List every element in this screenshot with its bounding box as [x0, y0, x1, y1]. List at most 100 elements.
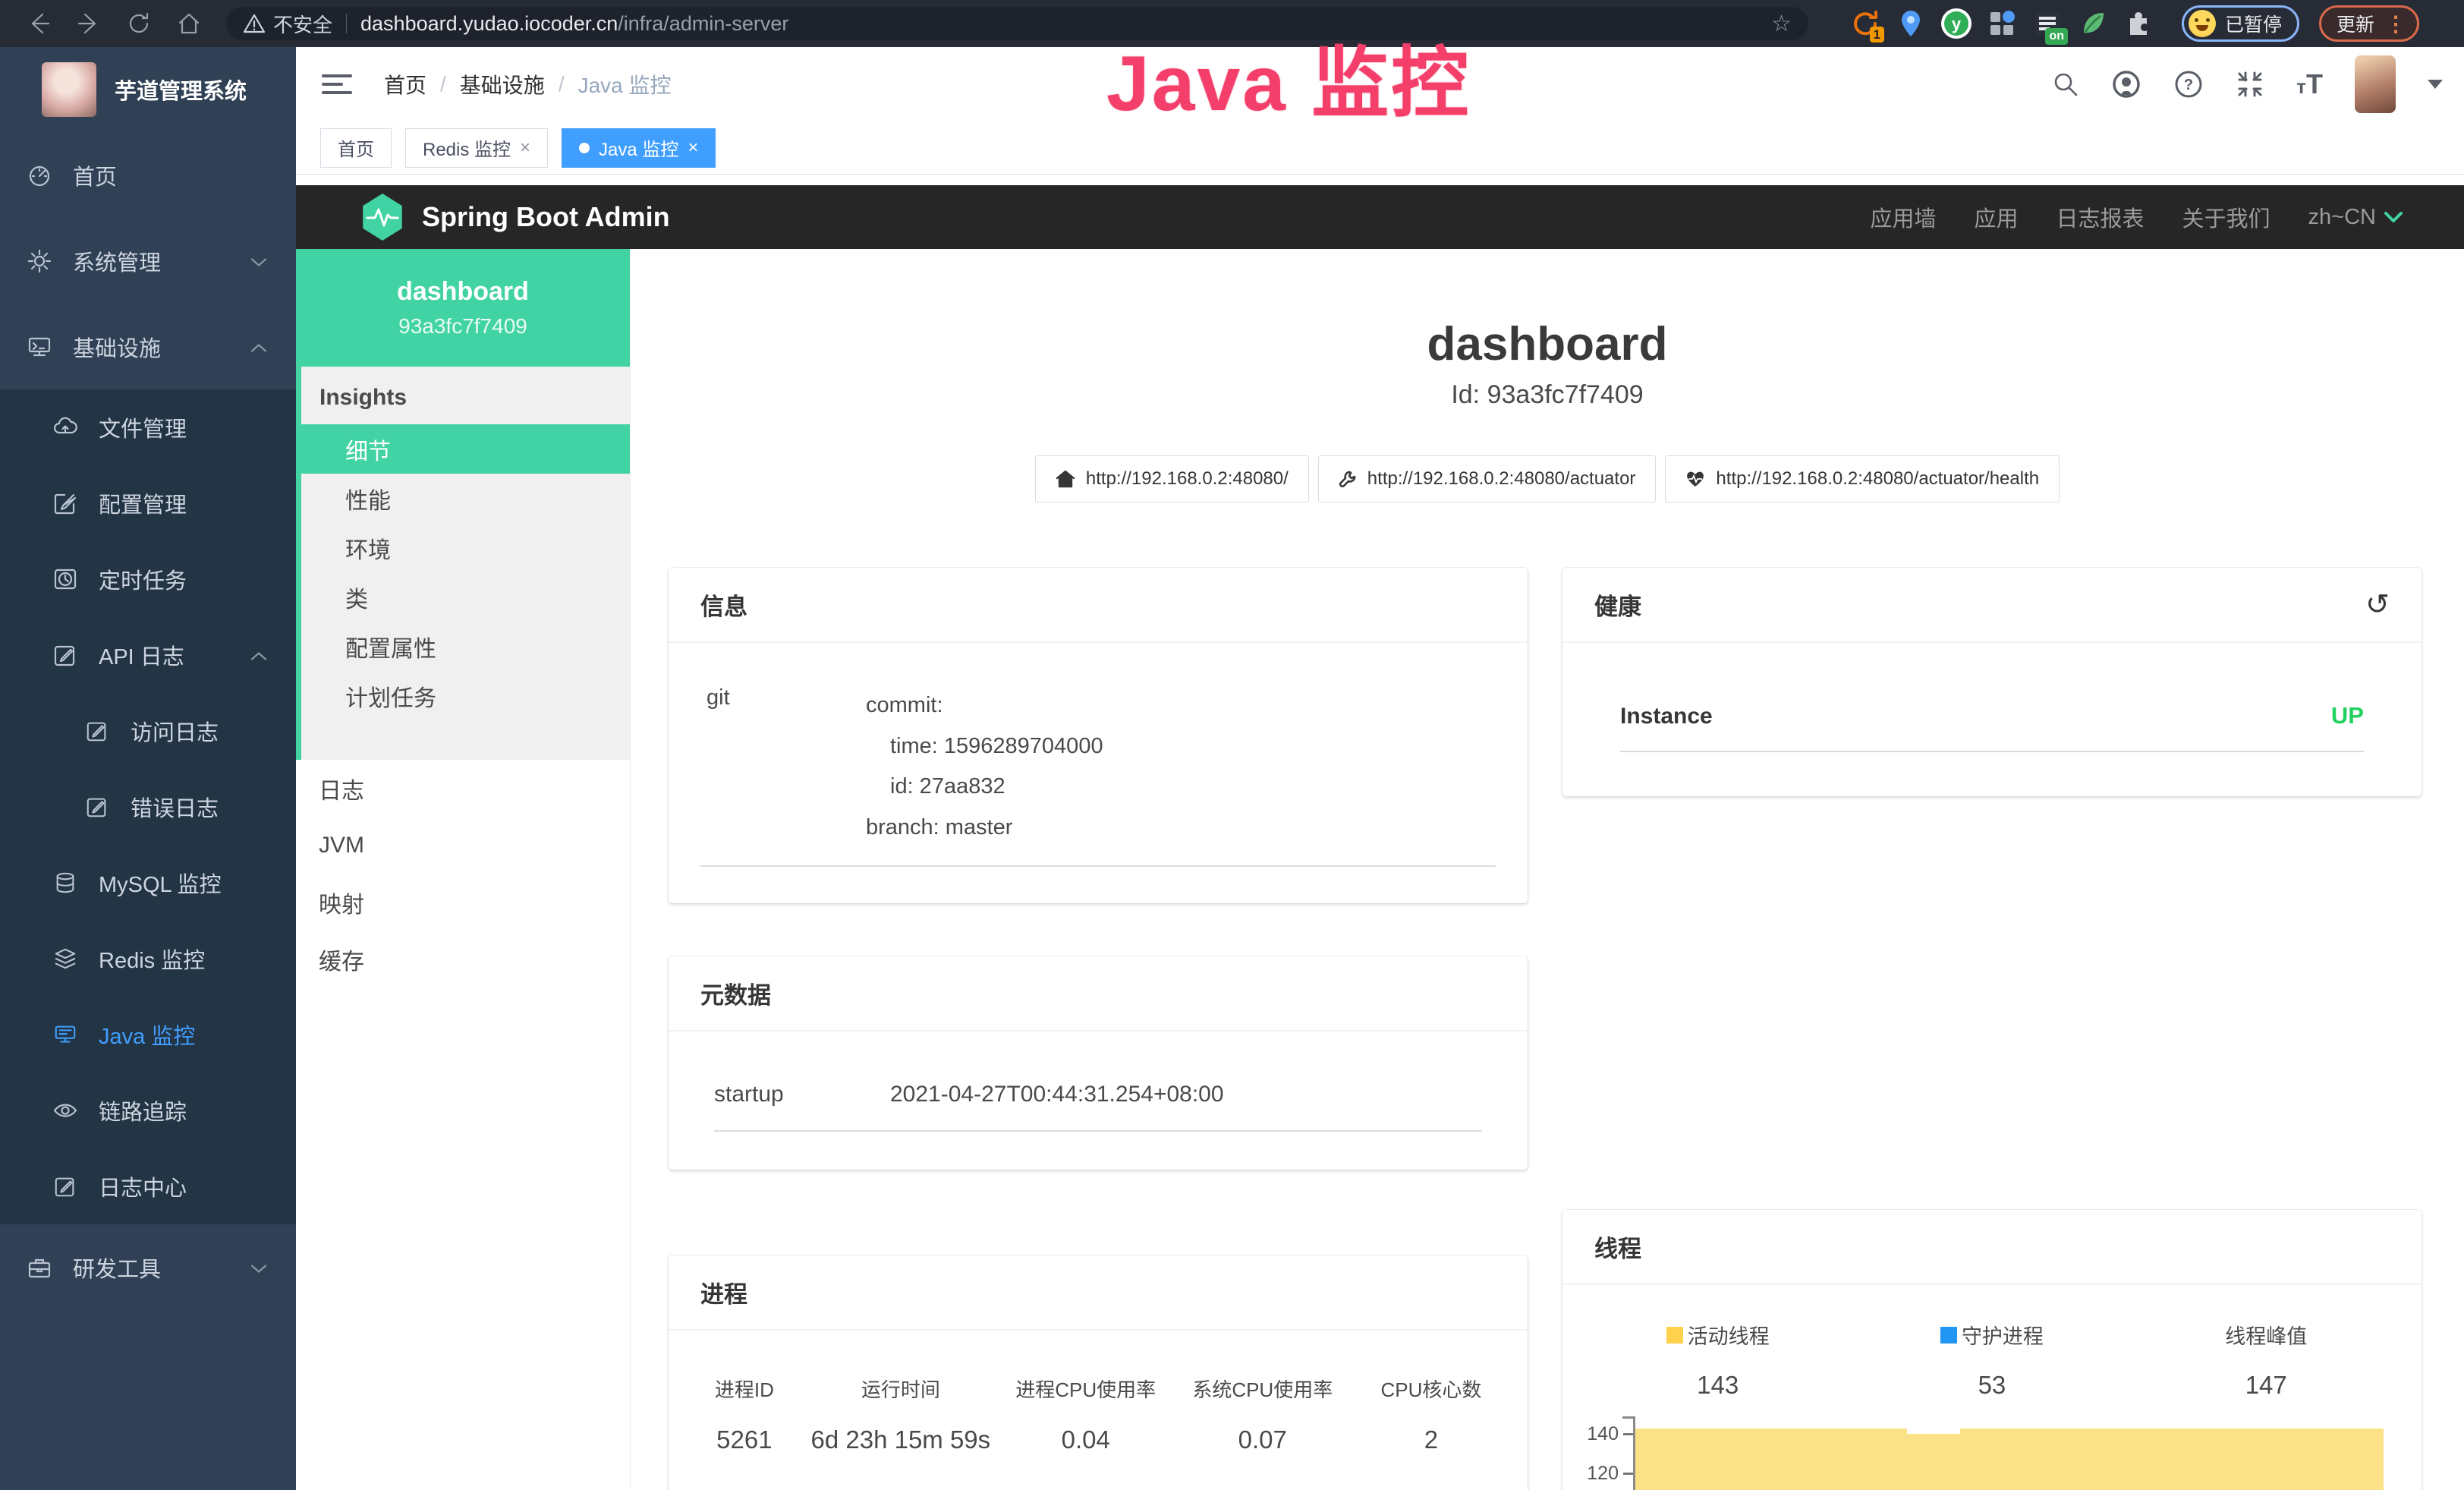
sba-language-value: zh~CN: [2308, 205, 2376, 230]
sidebar-item-label: 日志中心: [99, 1170, 187, 1202]
breadcrumb-current: Java 监控: [578, 69, 672, 99]
menu-item-details[interactable]: 细节: [301, 424, 630, 474]
sba-nav-about[interactable]: 关于我们: [2182, 201, 2270, 233]
github-icon[interactable]: [2111, 69, 2141, 99]
sidebar-item-label: 错误日志: [131, 791, 219, 823]
brand-header[interactable]: 芋道管理系统: [0, 47, 296, 132]
search-icon[interactable]: [2052, 71, 2079, 98]
sba-nav-wallboard[interactable]: 应用墙: [1870, 201, 1936, 233]
page-instance-id: Id: 93a3fc7f7409: [631, 380, 2464, 410]
y-tick-label: 120: [1581, 1463, 1619, 1485]
legend-label: 线程峰值: [2225, 1320, 2307, 1350]
menu-item-mappings[interactable]: 映射: [296, 874, 630, 931]
help-icon[interactable]: ?: [2173, 69, 2204, 99]
edit-icon: [52, 490, 79, 517]
sidebar-item-java-monitor[interactable]: Java 监控: [0, 997, 296, 1073]
browser-update-button[interactable]: 更新 ⋮: [2319, 5, 2419, 42]
sba-content: dashboard Id: 93a3fc7f7409 http://192.16…: [631, 249, 2464, 1490]
sba-nav: 应用墙 应用 日志报表 关于我们 zh~CN: [1870, 201, 2464, 233]
menu-item-config-props[interactable]: 配置属性: [301, 622, 630, 671]
browser-menu-kebab-icon[interactable]: ⋮: [2385, 11, 2406, 36]
sidebar-item-scheduled-jobs[interactable]: 定时任务: [0, 541, 296, 617]
gear-icon: [26, 247, 53, 275]
health-url-button[interactable]: http://192.168.0.2:48080/actuator/health: [1665, 455, 2060, 502]
service-url-button[interactable]: http://192.168.0.2:48080/: [1035, 455, 1309, 502]
sidebar-item-access-log[interactable]: 访问日志: [0, 693, 296, 769]
tab-home[interactable]: 首页: [320, 128, 392, 168]
breadcrumb-home[interactable]: 首页: [384, 69, 426, 99]
sidebar-item-infra[interactable]: 基础设施: [0, 304, 296, 389]
tab-redis-monitor[interactable]: Redis 监控 ×: [405, 128, 548, 168]
url-separator: [346, 14, 347, 33]
legend-swatch-daemon: [1940, 1327, 1957, 1344]
extension-grid-icon[interactable]: [1984, 6, 2019, 41]
process-card: 进程 进程ID5261 运行时间6d 23h 15m 59s 进程CPU使用率0…: [669, 1255, 1528, 1490]
process-col-value: 2: [1353, 1425, 1509, 1454]
security-label[interactable]: 不安全: [273, 10, 332, 38]
tab-java-monitor[interactable]: Java 监控 ×: [562, 128, 716, 168]
sidebar-item-tracing[interactable]: 链路追踪: [0, 1073, 296, 1148]
sidebar-item-dev-tools[interactable]: 研发工具: [0, 1224, 296, 1310]
extension-pin-icon[interactable]: [1893, 6, 1928, 41]
close-icon[interactable]: ×: [688, 139, 698, 157]
row-divider: [700, 865, 1496, 867]
sidebar-toggle-icon[interactable]: [322, 71, 352, 97]
actuator-url-button[interactable]: http://192.168.0.2:48080/actuator: [1318, 455, 1657, 502]
user-avatar[interactable]: [2355, 55, 2396, 113]
browser-back-button[interactable]: [14, 7, 64, 40]
close-icon[interactable]: ×: [520, 139, 530, 157]
sidebar-item-label: 基础设施: [73, 331, 161, 363]
menu-item-scheduled-tasks[interactable]: 计划任务: [301, 671, 630, 720]
font-size-icon[interactable]: тT: [2296, 68, 2323, 100]
browser-profile-button[interactable]: 已暂停: [2182, 5, 2299, 42]
sidebar-item-config-management[interactable]: 配置管理: [0, 465, 296, 541]
menu-item-metrics[interactable]: 性能: [301, 474, 630, 523]
extension-y-icon[interactable]: y: [1939, 6, 1974, 41]
sba-language-select[interactable]: zh~CN: [2308, 205, 2403, 230]
menu-item-environment[interactable]: 环境: [301, 523, 630, 572]
instance-header[interactable]: dashboard 93a3fc7f7409: [296, 249, 630, 367]
url-host[interactable]: dashboard.yudao.iocoder.cn: [360, 12, 618, 36]
breadcrumb-infra[interactable]: 基础设施: [460, 69, 545, 99]
process-col-header: 进程ID: [687, 1375, 802, 1403]
health-instance-label[interactable]: Instance: [1620, 704, 1713, 729]
bookmark-star-icon[interactable]: ☆: [1771, 11, 1792, 37]
health-card-body: Instance UP: [1562, 643, 2422, 796]
sba-nav-journal[interactable]: 日志报表: [2056, 201, 2145, 233]
sidebar-item-label: 首页: [73, 159, 117, 191]
sidebar-item-api-log[interactable]: API 日志: [0, 617, 296, 693]
legend-swatch-live: [1666, 1327, 1683, 1344]
extension-on-badge: on: [2045, 28, 2068, 45]
sidebar-item-redis-monitor[interactable]: Redis 监控: [0, 921, 296, 997]
extension-sync-icon[interactable]: 1: [1848, 6, 1883, 41]
extensions-puzzle-icon[interactable]: [2121, 6, 2156, 41]
url-path[interactable]: /infra/admin-server: [618, 12, 788, 36]
fullscreen-icon[interactable]: [2236, 70, 2264, 99]
history-icon[interactable]: ↺: [2365, 591, 2390, 619]
metadata-card-title: 元数据: [700, 976, 771, 1010]
menu-item-classes[interactable]: 类: [301, 572, 630, 622]
sidebar-item-file-management[interactable]: 文件管理: [0, 389, 296, 465]
spring-boot-admin-logo[interactable]: [361, 194, 404, 241]
menu-item-logs[interactable]: 日志: [296, 760, 630, 817]
menu-item-label: 配置属性: [345, 630, 436, 663]
sidebar-item-log-center[interactable]: 日志中心: [0, 1148, 296, 1224]
sidebar-item-home[interactable]: 首页: [0, 132, 296, 218]
user-menu-caret-icon[interactable]: [2428, 80, 2443, 89]
browser-home-button[interactable]: [164, 7, 214, 40]
sidebar-item-error-log[interactable]: 错误日志: [0, 769, 296, 845]
menu-item-label: 类: [345, 581, 368, 614]
menu-item-jvm[interactable]: JVM: [296, 817, 630, 874]
browser-forward-button[interactable]: [64, 7, 114, 40]
sidebar-item-label: 系统管理: [73, 245, 161, 277]
process-col-value: 6d 23h 15m 59s: [802, 1425, 999, 1454]
address-bar[interactable]: 不安全 dashboard.yudao.iocoder.cn/infra/adm…: [226, 7, 1808, 40]
sba-nav-applications[interactable]: 应用: [1975, 201, 2019, 233]
sidebar-item-system[interactable]: 系统管理: [0, 218, 296, 304]
sba-title[interactable]: Spring Boot Admin: [422, 201, 670, 233]
browser-reload-button[interactable]: [114, 7, 164, 40]
extension-list-icon[interactable]: on: [2030, 6, 2065, 41]
sidebar-item-mysql-monitor[interactable]: MySQL 监控: [0, 845, 296, 921]
menu-item-caches[interactable]: 缓存: [296, 931, 630, 988]
extension-leaf-icon[interactable]: [2075, 6, 2110, 41]
